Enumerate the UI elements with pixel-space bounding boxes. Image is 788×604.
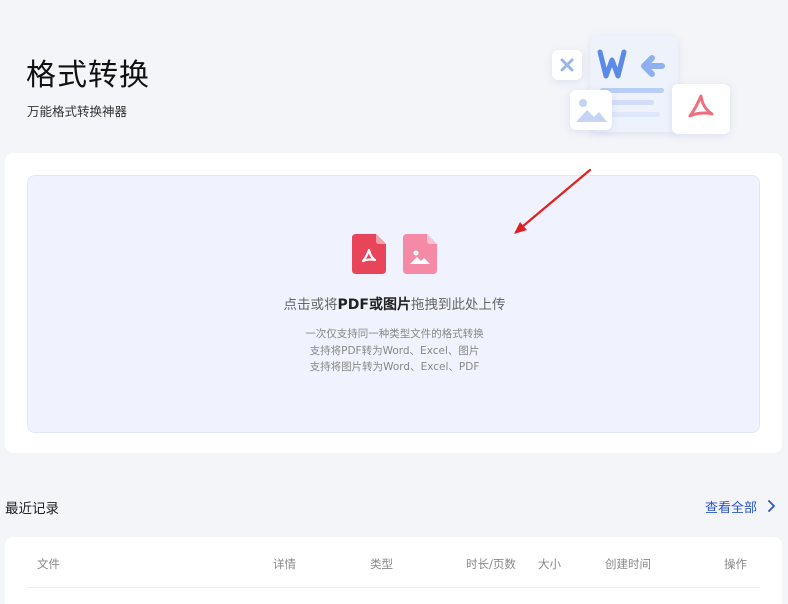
column-header-actions: 操作 (724, 557, 747, 571)
pdf-icon (672, 84, 730, 134)
drop-instruction: 点击或将PDF或图片拖拽到此处上传 (28, 293, 761, 314)
pdf-file-icon (352, 234, 386, 274)
annotation-arrow-icon (514, 168, 592, 234)
column-header-type: 类型 (370, 557, 393, 571)
drop-instruction-suffix: 拖拽到此处上传 (410, 297, 506, 313)
column-header-created-time: 创建时间 (605, 557, 651, 571)
drop-instruction-prefix: 点击或将 (283, 297, 338, 313)
excel-x-icon (552, 50, 582, 80)
hint-line-2: 支持将PDF转为Word、Excel、图片 (309, 344, 480, 357)
image-file-icon (403, 234, 437, 274)
recent-records-title: 最近记录 (5, 501, 59, 517)
drop-hints: 一次仅支持同一种类型文件的格式转换 支持将PDF转为Word、Excel、图片 … (28, 326, 761, 376)
image-icon (570, 90, 612, 130)
column-header-size: 大小 (538, 557, 561, 571)
format-conversion-page: 格式转换 万能格式转换神器 点击或将PDF或图片拖拽到此处上传 一次仅支持同一种… (0, 0, 788, 604)
file-drop-zone[interactable]: 点击或将PDF或图片拖拽到此处上传 一次仅支持同一种类型文件的格式转换 支持将P… (27, 175, 760, 433)
drop-instruction-highlight: PDF或图片 (337, 297, 411, 313)
page-title: 格式转换 (26, 58, 150, 93)
upload-panel: 点击或将PDF或图片拖拽到此处上传 一次仅支持同一种类型文件的格式转换 支持将P… (5, 153, 782, 453)
column-header-details: 详情 (273, 557, 296, 571)
table-header-divider (27, 587, 760, 588)
view-all-link[interactable]: 查看全部 (705, 497, 757, 516)
records-table: 文件 详情 类型 时长/页数 大小 创建时间 操作 (5, 537, 782, 604)
column-header-duration-pages: 时长/页数 (466, 557, 516, 571)
hero-illustration (548, 32, 738, 140)
column-header-file: 文件 (37, 557, 60, 571)
chevron-right-icon[interactable] (766, 499, 776, 513)
file-type-icons (352, 234, 442, 276)
page-subtitle: 万能格式转换神器 (27, 104, 128, 119)
hint-line-3: 支持将图片转为Word、Excel、PDF (309, 361, 480, 373)
hint-line-1: 一次仅支持同一种类型文件的格式转换 (305, 328, 484, 340)
